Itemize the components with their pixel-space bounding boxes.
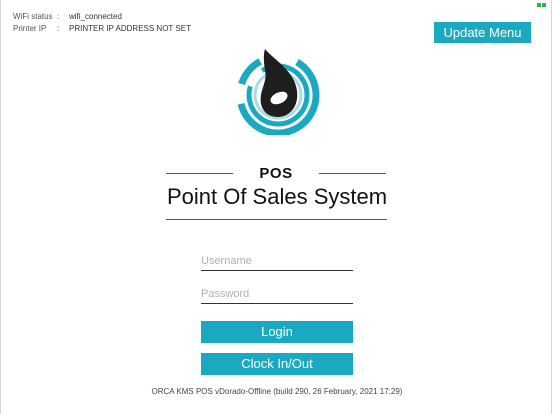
login-button[interactable]: Login — [201, 321, 353, 343]
pos-title: POS — [259, 165, 293, 182]
password-input[interactable] — [201, 285, 353, 304]
battery-icon — [537, 3, 546, 7]
wifi-status-value: wifi_connected — [69, 12, 122, 21]
pos-subtitle: Point Of Sales System — [166, 184, 388, 209]
printer-ip-separator: : — [57, 24, 60, 33]
wifi-status-row: WiFi status: wifi_connected — [13, 12, 122, 21]
update-menu-button[interactable]: Update Menu — [434, 22, 531, 43]
wifi-status-separator: : — [57, 12, 60, 21]
title-divider-left — [166, 173, 233, 174]
username-input[interactable] — [201, 252, 353, 271]
orca-logo-icon — [236, 49, 320, 135]
login-screen: WiFi status: wifi_connected Printer IP: PR… — [0, 0, 552, 414]
title-divider-right — [319, 173, 386, 174]
printer-ip-row: Printer IP: PRINTER IP ADDRESS NOT SET — [13, 24, 191, 33]
version-footer: ORCA KMS POS vDorado-Offline (build 290,… — [151, 387, 403, 396]
wifi-status-label: WiFi status — [13, 12, 53, 21]
printer-ip-label: Printer IP — [13, 24, 47, 33]
printer-ip-value: PRINTER IP ADDRESS NOT SET — [69, 24, 191, 33]
subtitle-divider — [166, 219, 387, 220]
clock-in-out-button[interactable]: Clock In/Out — [201, 353, 353, 375]
